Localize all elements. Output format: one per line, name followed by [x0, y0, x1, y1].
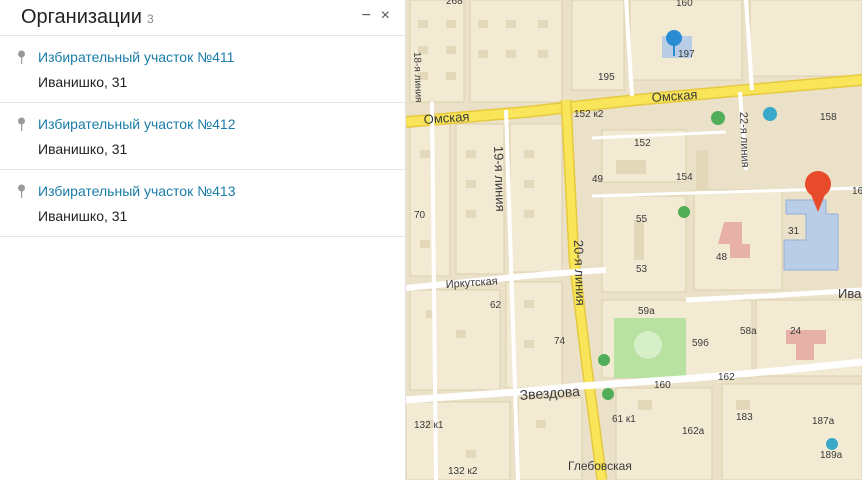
map-view[interactable]: Омская Омская 18-я линия 19-я линия 20-я…	[406, 0, 862, 480]
street-label: 18-я линия	[411, 52, 424, 103]
organizations-panel: Организации 3 − × Избирательный участок №…	[0, 0, 406, 480]
street-label: Глебовская	[568, 459, 632, 473]
house-number: 160	[654, 380, 671, 391]
house-number: 183	[736, 412, 753, 423]
house-number: 195	[598, 72, 615, 83]
house-number: 55	[636, 214, 648, 225]
house-number: 160	[676, 0, 693, 9]
pin-icon	[18, 117, 25, 131]
organization-link[interactable]: Избирательный участок №412	[38, 116, 235, 132]
house-number: 189а	[820, 450, 843, 461]
house-number: 49	[592, 174, 604, 185]
street-label: Омская	[651, 87, 698, 105]
list-item[interactable]: Избирательный участок №411 Иванишко, 31	[0, 36, 405, 103]
pharmacy-icon[interactable]	[598, 354, 610, 366]
house-number: 154	[676, 172, 693, 183]
list-item[interactable]: Избирательный участок №412 Иванишко, 31	[0, 103, 405, 170]
pin-icon	[18, 184, 25, 198]
results-count: 3	[146, 12, 154, 26]
post-icon[interactable]	[763, 107, 777, 121]
house-number: 132 к2	[448, 466, 478, 477]
street-label: 20-я линия	[571, 240, 588, 306]
house-number: 53	[636, 264, 648, 275]
house-number: 58а	[740, 326, 757, 337]
house-number: 24	[790, 326, 802, 337]
panel-title: Организации 3	[21, 6, 154, 29]
street-label: 19-я линия	[491, 146, 508, 212]
street-label: 22-я линия	[737, 112, 751, 168]
house-number: 162	[718, 372, 735, 383]
shop-icon[interactable]	[711, 111, 725, 125]
service-icon[interactable]	[826, 438, 838, 450]
panel-header: Организации 3 − ×	[0, 0, 405, 36]
house-number: 268	[446, 0, 463, 7]
house-number: 16	[852, 186, 862, 197]
park-fountain	[634, 331, 662, 359]
pharmacy-icon[interactable]	[602, 388, 614, 400]
list-item[interactable]: Избирательный участок №413 Иванишко, 31	[0, 170, 405, 237]
organization-link[interactable]: Избирательный участок №411	[38, 49, 234, 65]
house-number: 152 к2	[574, 109, 604, 120]
house-number: 162а	[682, 426, 705, 437]
street-label: Омская	[423, 109, 470, 127]
street-label: Иван	[838, 286, 862, 301]
house-number: 59б	[692, 337, 709, 349]
house-number: 197	[678, 49, 695, 60]
house-number: 48	[716, 252, 728, 263]
organization-address: Иванишко, 31	[38, 74, 128, 90]
house-number: 61 к1	[612, 414, 636, 425]
organization-link[interactable]: Избирательный участок №413	[38, 183, 235, 199]
map-canvas[interactable]: Омская Омская 18-я линия 19-я линия 20-я…	[406, 0, 862, 480]
house-number: 158	[820, 112, 837, 123]
house-number: 152	[634, 138, 651, 149]
minimize-button[interactable]: −	[362, 6, 371, 26]
house-number: 132 к1	[414, 420, 444, 431]
close-button[interactable]: ×	[381, 6, 390, 26]
house-number: 187а	[812, 416, 835, 427]
house-number: 74	[554, 336, 566, 347]
house-number: 59а	[638, 306, 655, 317]
pin-icon	[18, 50, 25, 64]
house-number: 31	[788, 226, 800, 237]
house-number: 62	[490, 300, 502, 311]
organization-address: Иванишко, 31	[38, 141, 128, 157]
pharmacy-icon[interactable]	[678, 206, 690, 218]
panel-title-text: Организации	[21, 6, 142, 28]
house-number: 70	[414, 210, 426, 221]
organization-address: Иванишко, 31	[38, 208, 128, 224]
